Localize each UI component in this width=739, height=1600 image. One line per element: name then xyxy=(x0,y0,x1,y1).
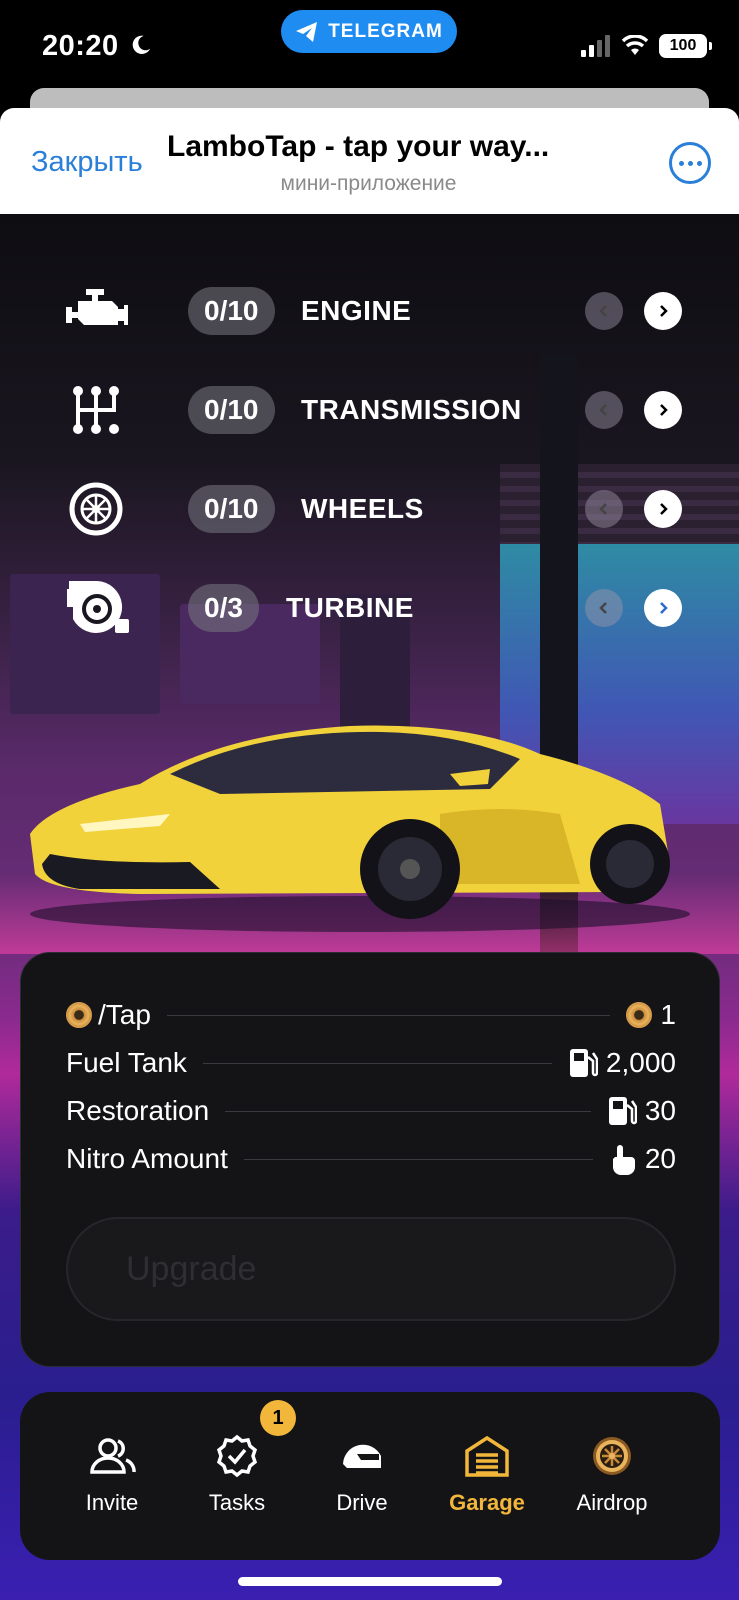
divider xyxy=(202,1062,552,1064)
stat-value-text: 20 xyxy=(644,1143,676,1174)
coin-icon xyxy=(626,1002,653,1028)
nav-label: Airdrop xyxy=(576,1490,648,1515)
battery-indicator: 100 xyxy=(659,34,712,58)
people-icon xyxy=(52,1432,172,1480)
part-level-badge: 0/10 xyxy=(188,386,275,434)
chevron-left-icon xyxy=(599,503,607,515)
divider xyxy=(243,1158,593,1160)
check-badge-icon xyxy=(177,1432,297,1480)
divider xyxy=(166,1014,611,1016)
next-arrow-button[interactable] xyxy=(644,589,682,627)
stat-label: Fuel Tank xyxy=(66,1047,187,1078)
chevron-left-icon xyxy=(599,602,607,614)
stat-row-fuel-tank: Fuel Tank 2,000 xyxy=(66,1045,676,1081)
status-time: 20:20 xyxy=(42,30,119,62)
notification-badge: 1 xyxy=(260,1400,296,1436)
upgrade-button[interactable]: Upgrade xyxy=(66,1217,676,1321)
coin-icon xyxy=(66,1002,92,1028)
home-indicator[interactable] xyxy=(238,1577,502,1586)
more-button[interactable] xyxy=(669,142,711,184)
miniapp-header: Закрыть LamboTap - tap your way... мини-… xyxy=(0,108,739,214)
bottom-nav: Invite Tasks 1 Drive Garage Airdrop xyxy=(20,1392,720,1560)
nav-item-airdrop[interactable]: Airdrop xyxy=(552,1432,672,1522)
more-dot xyxy=(678,160,684,166)
prev-arrow-button[interactable] xyxy=(585,391,623,429)
stat-value-text: 30 xyxy=(644,1095,676,1126)
part-name: TRANSMISSION xyxy=(301,394,522,425)
chevron-left-icon xyxy=(599,404,607,416)
prev-arrow-button[interactable] xyxy=(585,490,623,528)
stat-label-text: /Tap xyxy=(98,999,151,1030)
signal-icon xyxy=(581,35,610,57)
stat-row-restoration: Restoration 30 xyxy=(66,1093,676,1129)
stat-label: Nitro Amount xyxy=(66,1143,228,1174)
stat-value: 2,000 xyxy=(568,1047,676,1079)
chevron-right-icon xyxy=(660,404,668,416)
helmet-icon xyxy=(302,1432,422,1480)
chevron-left-icon xyxy=(599,305,607,317)
telegram-icon xyxy=(296,21,318,42)
more-dot xyxy=(687,160,693,166)
part-name: WHEELS xyxy=(301,493,424,524)
wifi-icon xyxy=(621,35,649,55)
stat-label: Restoration xyxy=(66,1095,210,1126)
nav-item-drive[interactable]: Drive xyxy=(302,1432,422,1522)
divider xyxy=(225,1110,591,1112)
part-row-engine: 0/10 ENGINE xyxy=(60,283,690,339)
more-dot xyxy=(696,160,702,166)
fuel-pump-icon xyxy=(608,1097,637,1125)
part-row-turbine: 0/3 TURBINE xyxy=(60,580,690,636)
stat-value: 30 xyxy=(607,1095,676,1127)
app-subtitle: мини-приложение xyxy=(0,172,739,196)
nav-label: Drive xyxy=(336,1490,388,1515)
telegram-label: TELEGRAM xyxy=(328,20,443,42)
nav-label: Garage xyxy=(449,1490,525,1515)
stat-row-nitro: Nitro Amount 20 xyxy=(66,1141,676,1177)
chevron-right-icon xyxy=(660,305,668,317)
nav-item-invite[interactable]: Invite xyxy=(52,1432,172,1522)
stat-row-tap: /Tap 1 xyxy=(66,997,676,1033)
part-level-badge: 0/3 xyxy=(188,584,259,632)
telegram-pill[interactable]: TELEGRAM xyxy=(281,10,457,53)
part-level-badge: 0/10 xyxy=(188,485,275,533)
stat-value: 20 xyxy=(609,1143,676,1175)
part-name: ENGINE xyxy=(301,295,412,326)
chevron-right-icon xyxy=(660,503,668,515)
part-name: TURBINE xyxy=(286,592,414,623)
coin-icon xyxy=(552,1432,672,1480)
turbine-icon xyxy=(60,580,132,636)
stats-card: /Tap 1 Fuel Tank 2,000 Restoration 30 Ni… xyxy=(20,952,720,1367)
prev-arrow-button[interactable] xyxy=(585,292,623,330)
stat-value-text: 1 xyxy=(660,999,676,1030)
garage-icon xyxy=(427,1432,547,1480)
wheel-icon xyxy=(60,481,132,537)
nav-item-garage[interactable]: Garage xyxy=(427,1432,547,1522)
part-row-transmission: 0/10 TRANSMISSION xyxy=(60,382,690,438)
next-arrow-button[interactable] xyxy=(644,391,682,429)
part-row-wheels: 0/10 WHEELS xyxy=(60,481,690,537)
car-illustration xyxy=(30,725,690,932)
engine-icon xyxy=(60,283,132,339)
app-subtitle-text: мини-приложение xyxy=(280,172,457,195)
tap-hand-icon xyxy=(612,1145,635,1175)
nav-label: Invite xyxy=(85,1490,139,1515)
status-icons: 100 xyxy=(581,34,712,58)
next-arrow-button[interactable] xyxy=(644,292,682,330)
next-arrow-button[interactable] xyxy=(644,490,682,528)
nav-label: Tasks xyxy=(208,1490,266,1515)
chevron-right-icon xyxy=(660,602,668,614)
nav-item-tasks[interactable]: Tasks xyxy=(177,1432,297,1522)
status-bar: 20:20 TELEGRAM 100 xyxy=(0,0,739,95)
app-title: LamboTap - tap your way... xyxy=(167,130,550,163)
stat-value: 1 xyxy=(626,999,676,1031)
gearshift-icon xyxy=(60,382,132,438)
part-level-badge: 0/10 xyxy=(188,287,275,335)
fuel-pump-icon xyxy=(569,1049,598,1077)
moon-icon xyxy=(132,35,151,54)
stat-label: /Tap xyxy=(66,999,151,1031)
prev-arrow-button[interactable] xyxy=(585,589,623,627)
stat-value-text: 2,000 xyxy=(605,1047,676,1078)
